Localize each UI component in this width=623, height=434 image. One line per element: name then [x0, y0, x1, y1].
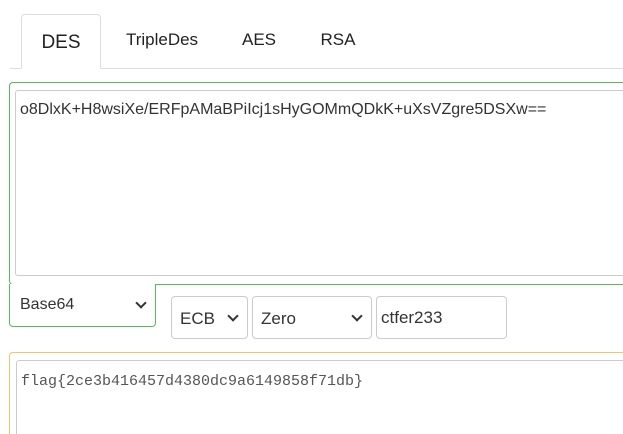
encoding-select-value: Base64	[20, 296, 75, 313]
tab-tripledes[interactable]: TripleDes	[116, 14, 208, 69]
chevron-down-icon	[135, 297, 147, 309]
plaintext-output[interactable]: flag{2ce3b416457d4380dc9a6149858f71db}	[16, 360, 623, 434]
padding-select-value: Zero	[261, 309, 296, 328]
tab-aes[interactable]: AES	[230, 14, 288, 69]
padding-select[interactable]: Zero	[252, 296, 372, 339]
ciphertext-input[interactable]: o8DlxK+H8wsiXe/ERFpAMaBPiIcj1sHyGOMmQDkK…	[15, 90, 623, 276]
tab-des[interactable]: DES	[21, 14, 101, 69]
mode-select-value: ECB	[180, 309, 215, 328]
chevron-down-icon	[351, 310, 363, 322]
mode-select[interactable]: ECB	[171, 296, 248, 339]
chevron-down-icon	[227, 310, 239, 322]
encoding-select[interactable]: Base64	[9, 284, 156, 327]
key-input[interactable]: ctfer233	[376, 296, 507, 339]
tab-rsa[interactable]: RSA	[306, 14, 370, 69]
cipher-tabs: DES TripleDes AES RSA	[0, 0, 623, 70]
